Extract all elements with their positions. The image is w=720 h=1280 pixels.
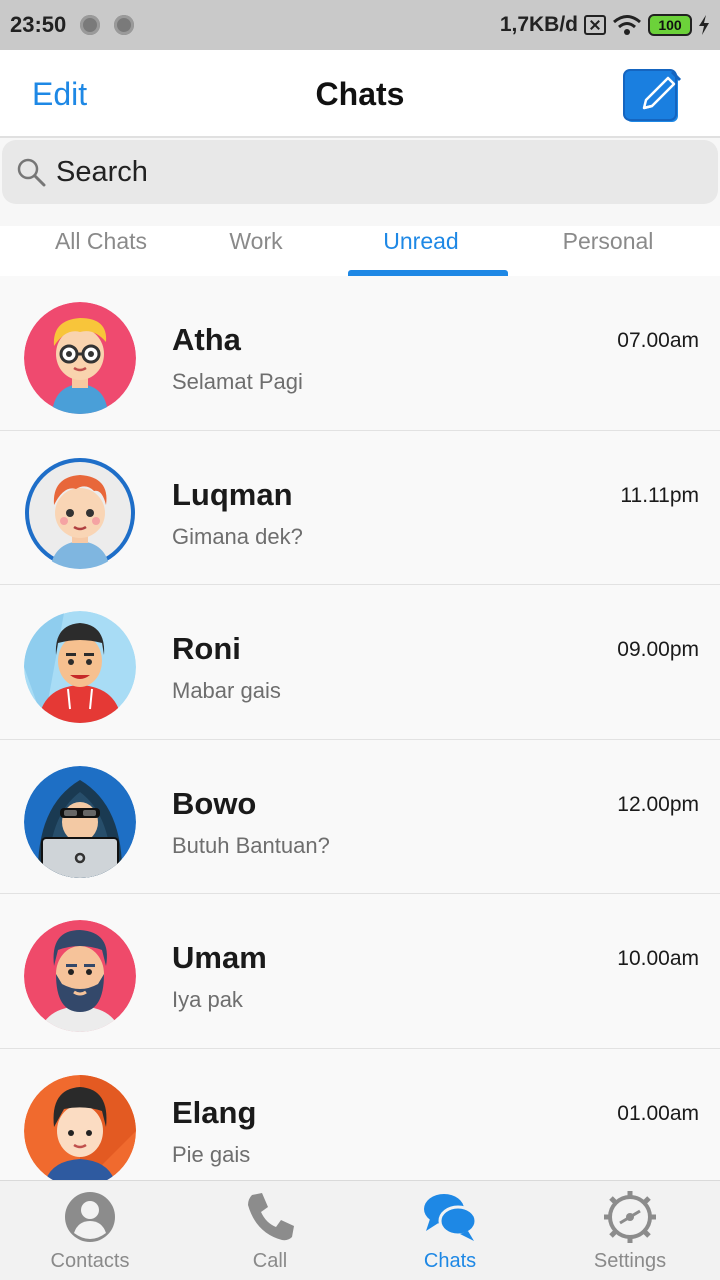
battery-icon: 100 bbox=[648, 14, 692, 36]
contact-name: Atha bbox=[172, 322, 241, 357]
chat-list: Atha Selamat Pagi 07.00am Luqman Gimana … bbox=[0, 276, 720, 1180]
app-header: Edit Chats bbox=[0, 50, 720, 138]
message-time: 12.00pm bbox=[617, 792, 699, 816]
contacts-icon bbox=[65, 1192, 115, 1242]
nav-chats[interactable]: Chats bbox=[360, 1181, 540, 1280]
chat-row-luqman[interactable]: Luqman Gimana dek? 11.11pm bbox=[0, 430, 720, 585]
message-time: 10.00am bbox=[617, 947, 699, 970]
nav-label: Settings bbox=[593, 1250, 667, 1272]
avatar-hacker-laptop-icon bbox=[24, 765, 136, 878]
gear-icon bbox=[604, 1191, 656, 1243]
nav-call[interactable]: Call bbox=[180, 1181, 360, 1280]
contact-name: Roni bbox=[172, 631, 241, 666]
nav-label: Chats bbox=[423, 1250, 477, 1272]
chat-row-bowo[interactable]: Bowo Butuh Bantuan? 12.00pm bbox=[0, 739, 720, 894]
avatar bbox=[24, 457, 136, 569]
compose-icon[interactable] bbox=[622, 68, 684, 124]
filter-tabs: All Chats Work Unread Personal bbox=[0, 226, 720, 276]
tab-work[interactable]: Work bbox=[206, 228, 306, 255]
no-sim-icon bbox=[584, 15, 606, 35]
search-icon bbox=[17, 158, 46, 187]
edit-button[interactable]: Edit bbox=[32, 76, 87, 113]
nav-contacts[interactable]: Contacts bbox=[0, 1181, 180, 1280]
avatar-boy-redhair-icon bbox=[25, 457, 135, 569]
charging-icon bbox=[699, 15, 709, 35]
chat-row-elang[interactable]: Elang Pie gais 01.00am bbox=[0, 1048, 720, 1180]
avatar bbox=[24, 302, 136, 414]
avatar-young-man-icon bbox=[24, 1074, 136, 1180]
search-placeholder: Search bbox=[56, 155, 148, 188]
contact-name: Luqman bbox=[172, 476, 293, 512]
nav-label: Call bbox=[252, 1250, 288, 1272]
last-message: Selamat Pagi bbox=[172, 369, 303, 394]
chat-bubbles-icon bbox=[424, 1194, 478, 1241]
avatar bbox=[24, 1074, 136, 1180]
avatar-boy-glasses-icon bbox=[24, 302, 136, 414]
chat-row-umam[interactable]: Umam Iya pak 10.00am bbox=[0, 894, 720, 1049]
status-bar: 23:50 1,7KB/d 100 bbox=[0, 0, 720, 50]
phone-icon bbox=[248, 1193, 294, 1241]
last-message: Butuh Bantuan? bbox=[172, 832, 330, 858]
last-message: Mabar gais bbox=[172, 678, 281, 703]
avatar bbox=[24, 765, 136, 878]
message-time: 01.00am bbox=[617, 1101, 699, 1125]
chat-row-roni[interactable]: Roni Mabar gais 09.00pm bbox=[0, 585, 720, 740]
nav-label: Contacts bbox=[50, 1250, 130, 1272]
last-message: Iya pak bbox=[172, 987, 243, 1012]
nav-settings[interactable]: Settings bbox=[540, 1181, 720, 1280]
avatar bbox=[24, 920, 136, 1032]
avatar-bearded-man-icon bbox=[24, 920, 136, 1032]
contact-name: Elang bbox=[172, 1094, 257, 1130]
message-time: 11.11pm bbox=[620, 483, 699, 507]
tab-unread[interactable]: Unread bbox=[368, 228, 474, 255]
chat-row-atha[interactable]: Atha Selamat Pagi 07.00am bbox=[0, 276, 720, 431]
contact-name: Umam bbox=[172, 940, 267, 975]
message-time: 07.00am bbox=[617, 329, 699, 352]
contact-name: Bowo bbox=[172, 785, 257, 821]
message-time: 09.00pm bbox=[617, 638, 699, 661]
avatar-man-hoodie-icon bbox=[24, 611, 136, 723]
wifi-icon bbox=[613, 15, 641, 35]
search-input[interactable]: Search bbox=[2, 140, 718, 204]
tab-all-chats[interactable]: All Chats bbox=[42, 228, 160, 255]
notification-dot-icon bbox=[80, 15, 101, 35]
bottom-navigation: Contacts Call Chats Settings bbox=[0, 1180, 720, 1280]
network-speed: 1,7KB/d bbox=[499, 13, 578, 36]
status-time: 23:50 bbox=[10, 12, 67, 37]
avatar bbox=[24, 611, 136, 723]
notification-dot-icon bbox=[114, 15, 135, 35]
page-title: Chats bbox=[315, 76, 405, 112]
tab-personal[interactable]: Personal bbox=[540, 228, 676, 255]
search-section: Search bbox=[0, 138, 720, 226]
last-message: Gimana dek? bbox=[172, 523, 303, 549]
last-message: Pie gais bbox=[172, 1141, 251, 1167]
